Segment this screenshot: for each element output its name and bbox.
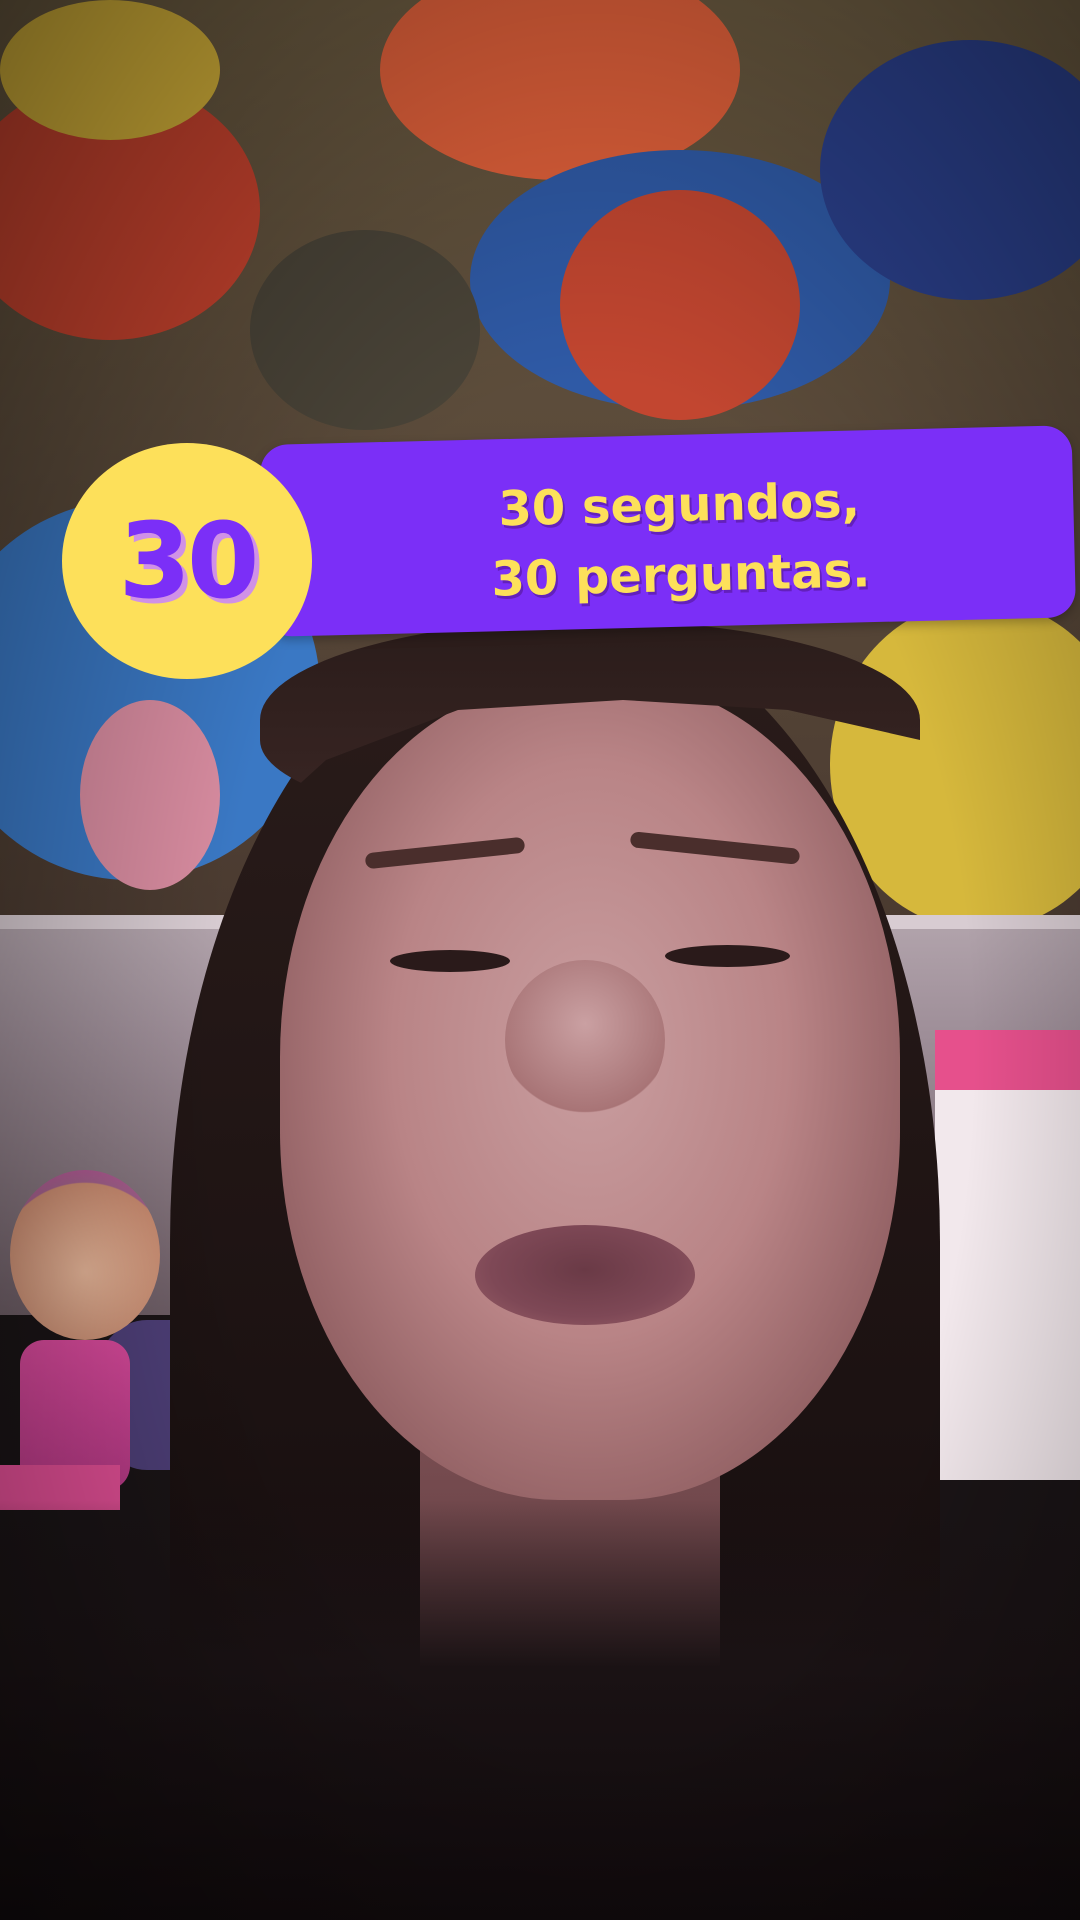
number-badge: 30 xyxy=(62,443,312,679)
title-text: 30 segundos, 30 perguntas. xyxy=(328,461,1031,618)
badge-number: 30 xyxy=(118,500,260,622)
camera-background xyxy=(0,0,1080,1920)
vignette xyxy=(0,0,1080,1920)
video-frame: 30 segundos, 30 perguntas. 30 xyxy=(0,0,1080,1920)
